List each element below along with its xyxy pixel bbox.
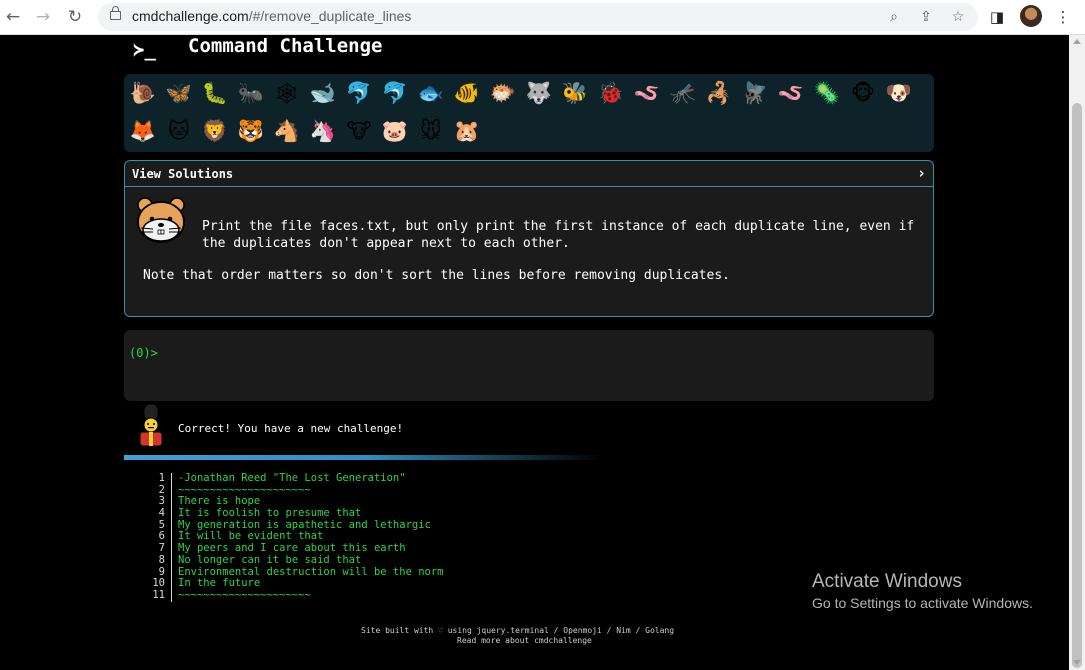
reload-icon[interactable]: ↻ (64, 6, 86, 28)
worm-icon[interactable]: 🪱 (633, 79, 661, 107)
watermark-title: Activate Windows (812, 571, 962, 592)
microbe-icon[interactable]: 🦠 (813, 79, 841, 107)
horse-icon[interactable]: 🐴 (273, 117, 301, 145)
challenge-icon-panel: 🐌 🦋 🐛 🐜 🕸 🐋 🐬 🐬 🐟 🐠 🐡 🐺 🐝 🐞 🪱 🦟 🦂 🪰 🪱 🦠 … (124, 74, 934, 152)
code-line: 11 ~~~~~~~~~~~~~~~~~~~~~ (150, 588, 670, 602)
gutter-divider (171, 484, 172, 497)
gutter-divider (171, 566, 172, 579)
gutter-divider (171, 531, 172, 544)
dolphin-icon[interactable]: 🐬 (381, 79, 409, 107)
lion-icon[interactable]: 🦁 (201, 117, 229, 145)
address-bar[interactable]: cmdchallenge.com/#/remove_duplicate_line… (98, 3, 978, 31)
code-line: 1 -Jonathan Reed "The Lost Generation" (150, 472, 670, 485)
gutter-divider (171, 496, 172, 509)
mouse-icon[interactable]: 🐭 (417, 117, 445, 145)
mosquito-icon[interactable]: 🦟 (669, 79, 697, 107)
gutter-divider (171, 543, 172, 555)
url-text[interactable]: cmdchallenge.com/#/remove_duplicate_line… (132, 8, 411, 24)
code-output: 1 -Jonathan Reed "The Lost Generation" 2 ~~… (150, 472, 670, 602)
code-text: It is foolish to presume that (178, 507, 362, 520)
unicorn-icon[interactable]: 🦄 (309, 117, 337, 145)
back-arrow-icon[interactable]: ← (2, 6, 24, 28)
progress-bar (124, 455, 604, 460)
caterpillar-icon[interactable]: 🐛 (201, 79, 229, 107)
ladybug-icon[interactable]: 🐞 (597, 79, 625, 107)
fox-icon[interactable]: 🦊 (129, 117, 157, 145)
forward-arrow-icon[interactable]: → (32, 6, 54, 28)
worm-icon[interactable]: 🪱 (777, 79, 805, 107)
code-text: No longer can it be said that (178, 553, 362, 566)
site-logo[interactable]: ≻_ (133, 39, 156, 61)
result-message: Correct! You have a new challenge! (178, 422, 404, 435)
pufferfish-icon[interactable]: 🐡 (489, 79, 517, 107)
terminal-input[interactable]: (0)> (124, 330, 934, 401)
hamster-icon[interactable]: 🐹 (453, 117, 481, 145)
fly-icon[interactable]: 🪰 (741, 79, 769, 107)
gutter-divider (171, 578, 172, 590)
line-number: 8 (158, 553, 165, 566)
pig-icon[interactable]: 🐷 (381, 117, 409, 145)
activate-windows-watermark: Activate Windows Go to Settings to activ… (812, 571, 1033, 611)
code-text: ~~~~~~~~~~~~~~~~~~~~~ (178, 588, 311, 601)
terminal-prompt: (0)> (129, 346, 158, 360)
watermark-subtitle: Go to Settings to activate Windows. (812, 595, 1033, 611)
bee-icon[interactable]: 🐝 (561, 79, 589, 107)
line-number: 1 (158, 472, 165, 484)
code-line: 4 It is foolish to presume that (150, 507, 670, 520)
gutter-divider (171, 554, 172, 567)
share-icon[interactable]: ⇪ (916, 7, 936, 27)
chevron-right-icon[interactable]: › (917, 164, 926, 182)
profile-avatar[interactable] (1020, 5, 1042, 27)
scroll-down-arrow-icon[interactable] (1073, 660, 1081, 665)
dog-icon[interactable]: 🐶 (885, 79, 913, 107)
challenge-note: Note that order matters so don't sort th… (143, 268, 730, 283)
challenge-description: Print the file faces.txt, but only print… (202, 219, 915, 251)
butterfly-icon[interactable]: 🦋 (165, 79, 193, 107)
dolphin-icon[interactable]: 🐬 (345, 79, 373, 107)
footer-credits: Site built with ♡ using jquery.terminal … (361, 626, 675, 635)
scroll-thumb[interactable] (1072, 103, 1082, 668)
view-solutions-label[interactable]: View Solutions (132, 167, 233, 181)
lock-icon (110, 6, 121, 20)
side-panel-icon[interactable]: ◨ (986, 6, 1008, 28)
line-number: 4 (158, 507, 165, 520)
hamster-icon (137, 197, 185, 243)
scorpion-icon[interactable]: 🦂 (705, 79, 733, 107)
snail-icon[interactable]: 🐌 (129, 79, 157, 107)
monkey-icon[interactable]: 🐵 (849, 79, 877, 107)
gutter-divider (171, 473, 172, 485)
wolf-icon[interactable]: 🐺 (525, 79, 553, 107)
code-line: 8 No longer can it be said that (150, 553, 670, 567)
vertical-scrollbar[interactable] (1069, 35, 1085, 670)
line-number: 11 (152, 588, 165, 601)
browser-toolbar: ← → ↻ cmdchallenge.com/#/remove_duplicat… (0, 0, 1085, 35)
gutter-divider (171, 519, 172, 532)
code-text: -Jonathan Reed "The Lost Generation" (178, 472, 406, 484)
zoom-icon[interactable]: ⌕ (884, 7, 904, 27)
gutter-divider (171, 508, 172, 520)
guard-icon (139, 403, 163, 447)
challenge-panel: View Solutions › Print the file faces.tx… (124, 160, 934, 317)
spider-web-icon[interactable]: 🕸 (273, 79, 301, 107)
footer-read-more-link[interactable]: Read more about cmdchallenge (457, 636, 592, 645)
scroll-up-arrow-icon[interactable] (1073, 39, 1081, 44)
ant-icon[interactable]: 🐜 (237, 79, 265, 107)
gutter-divider (171, 589, 172, 602)
bookmark-star-icon[interactable]: ☆ (948, 7, 968, 27)
whale-icon[interactable]: 🐋 (309, 79, 337, 107)
cat-icon[interactable]: 🐱 (165, 117, 193, 145)
tropical-fish-icon[interactable]: 🐠 (453, 79, 481, 107)
menu-kebab-icon[interactable]: ⋮ (1052, 6, 1074, 28)
cow-icon[interactable]: 🐮 (345, 117, 373, 145)
tiger-icon[interactable]: 🐯 (237, 117, 265, 145)
view-solutions-header[interactable]: View Solutions › (125, 161, 933, 187)
fish-icon[interactable]: 🐟 (417, 79, 445, 107)
site-title[interactable]: Command Challenge (188, 35, 382, 57)
